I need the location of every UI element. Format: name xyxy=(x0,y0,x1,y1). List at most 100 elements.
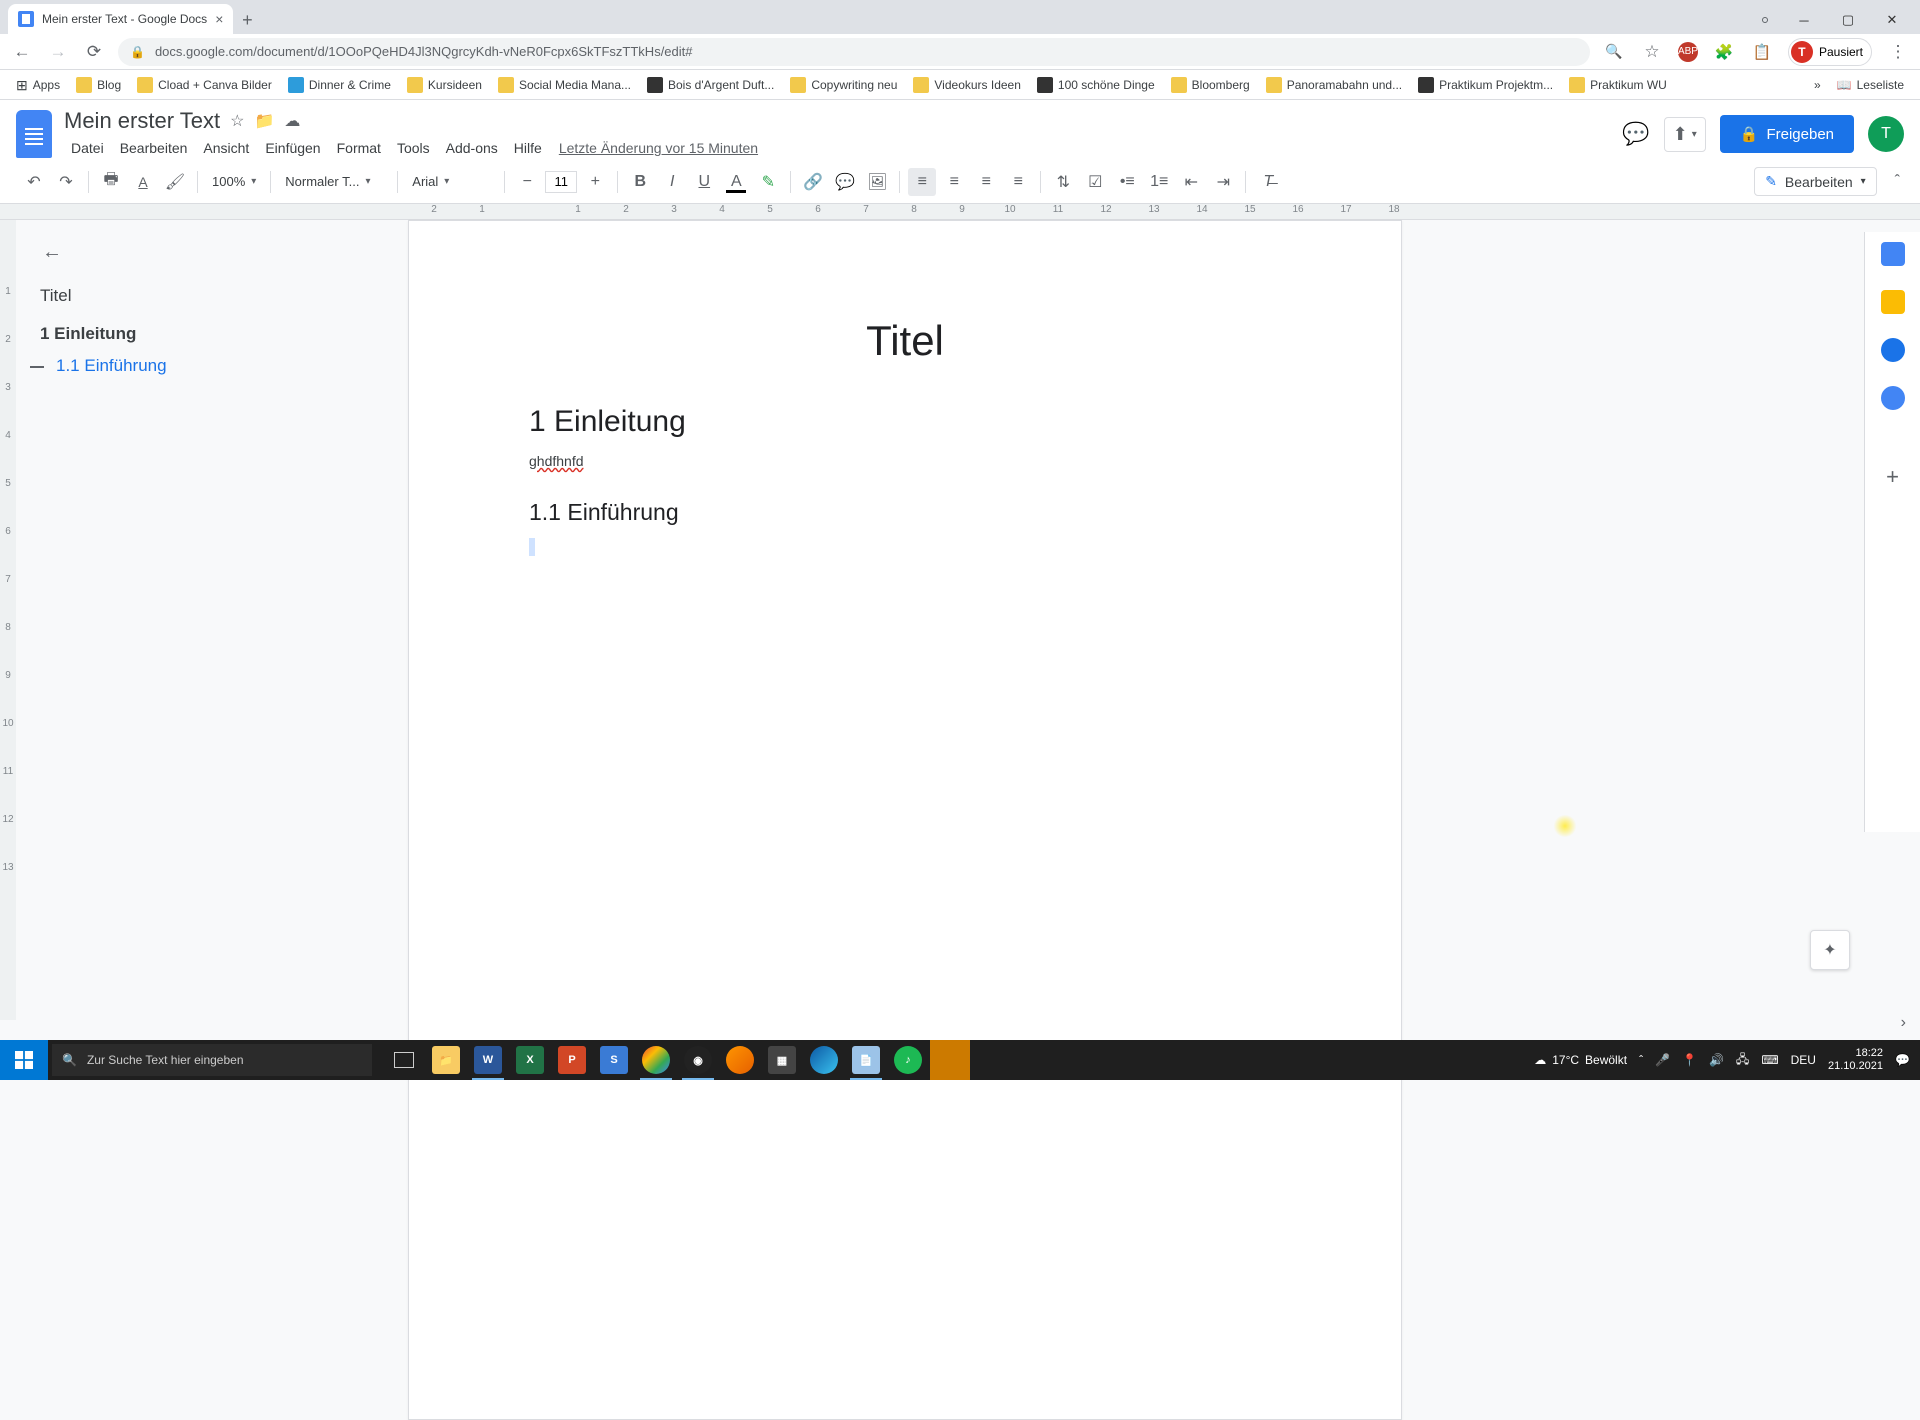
app-icon-1[interactable]: ▦ xyxy=(762,1040,802,1080)
link-button[interactable]: 🔗 xyxy=(799,168,827,196)
decrease-indent-button[interactable]: ⇤ xyxy=(1177,168,1205,196)
bullet-list-button[interactable]: •≡ xyxy=(1113,168,1141,196)
mic-icon[interactable]: 🎤 xyxy=(1655,1053,1670,1067)
increase-font-button[interactable]: + xyxy=(581,168,609,196)
zoom-icon[interactable]: 🔍 xyxy=(1602,43,1626,60)
powerpoint-icon[interactable]: P xyxy=(552,1040,592,1080)
clear-formatting-button[interactable]: T̶ xyxy=(1254,168,1282,196)
vertical-ruler[interactable]: 12345678910111213 xyxy=(0,220,16,1020)
document-title[interactable]: Mein erster Text xyxy=(64,108,220,134)
star-icon[interactable]: ☆ xyxy=(230,111,244,131)
task-view-icon[interactable] xyxy=(384,1040,424,1080)
keep-icon[interactable] xyxy=(1881,290,1905,314)
close-tab-icon[interactable]: × xyxy=(215,11,223,27)
reload-button[interactable]: ⟳ xyxy=(82,42,106,62)
image-button[interactable]: 🖼 xyxy=(863,168,891,196)
doc-content-h1[interactable]: 1 Einleitung xyxy=(529,405,1281,439)
zoom-select[interactable]: 100%▾ xyxy=(206,168,262,196)
font-size-input[interactable]: 11 xyxy=(545,171,577,193)
reading-list-icon[interactable]: 📋 xyxy=(1750,43,1774,61)
italic-button[interactable]: I xyxy=(658,168,686,196)
spotify-icon[interactable]: ♪ xyxy=(888,1040,928,1080)
clock[interactable]: 18:22 21.10.2021 xyxy=(1828,1047,1883,1073)
url-field[interactable]: 🔒 docs.google.com/document/d/1OOoPQeHD4J… xyxy=(118,38,1590,66)
text-color-button[interactable]: A xyxy=(722,168,750,196)
paint-format-button[interactable]: 🖌 xyxy=(161,168,189,196)
numbered-list-button[interactable]: 1≡ xyxy=(1145,168,1173,196)
present-button[interactable]: ⬆ ▾ xyxy=(1664,117,1706,152)
chrome-menu-icon[interactable]: ⋮ xyxy=(1886,42,1910,62)
font-select[interactable]: Arial▾ xyxy=(406,168,496,196)
side-panel-collapse-icon[interactable]: › xyxy=(1901,1014,1906,1032)
bookmark-item[interactable]: Blog xyxy=(70,74,127,96)
increase-indent-button[interactable]: ⇥ xyxy=(1209,168,1237,196)
excel-icon[interactable]: X xyxy=(510,1040,550,1080)
outline-back-button[interactable]: ← xyxy=(36,236,68,268)
doc-content-body[interactable]: ghdfhnfd xyxy=(529,453,584,469)
print-button[interactable]: 🖶 xyxy=(97,168,125,196)
start-button[interactable] xyxy=(0,1040,48,1080)
weather-widget[interactable]: ☁ 17°C Bewölkt xyxy=(1534,1053,1627,1067)
new-tab-button[interactable]: + xyxy=(233,6,261,34)
undo-button[interactable]: ↶ xyxy=(20,168,48,196)
bookmark-item[interactable]: Bloomberg xyxy=(1165,74,1256,96)
outline-title[interactable]: Titel xyxy=(36,280,374,312)
doc-content-h2[interactable]: 1.1 Einführung xyxy=(529,499,1281,526)
doc-content-title[interactable]: Titel xyxy=(529,317,1281,365)
reading-list-button[interactable]: 📖Leseliste xyxy=(1831,75,1910,95)
decrease-font-button[interactable]: − xyxy=(513,168,541,196)
bookmark-item[interactable]: Bois d'Argent Duft... xyxy=(641,74,780,96)
menu-datei[interactable]: Datei xyxy=(64,136,111,160)
language-indicator[interactable]: DEU xyxy=(1791,1053,1816,1067)
app-icon-2[interactable] xyxy=(930,1040,970,1080)
snagit-icon[interactable]: S xyxy=(594,1040,634,1080)
share-button[interactable]: 🔒 Freigeben xyxy=(1720,115,1854,153)
menu-format[interactable]: Format xyxy=(330,136,388,160)
style-select[interactable]: Normaler T...▾ xyxy=(279,168,389,196)
bookmark-item[interactable]: Kursideen xyxy=(401,74,488,96)
docs-logo-icon[interactable] xyxy=(16,110,52,158)
tray-chevron-icon[interactable]: ˆ xyxy=(1639,1053,1643,1067)
document-page[interactable]: Titel 1 Einleitung ghdfhnfd 1.1 Einführu… xyxy=(408,220,1402,1420)
word-icon[interactable]: W xyxy=(468,1040,508,1080)
profile-button[interactable]: T Pausiert xyxy=(1788,38,1872,66)
keyboard-icon[interactable]: ⌨ xyxy=(1761,1053,1778,1067)
bookmark-item[interactable]: Social Media Mana... xyxy=(492,74,637,96)
outline-heading-1[interactable]: 1 Einleitung xyxy=(36,318,374,350)
back-button[interactable]: ← xyxy=(10,42,34,62)
account-avatar[interactable]: T xyxy=(1868,116,1904,152)
underline-button[interactable]: U xyxy=(690,168,718,196)
menu-add-ons[interactable]: Add-ons xyxy=(439,136,505,160)
bookmark-item[interactable]: Dinner & Crime xyxy=(282,74,397,96)
bookmark-item[interactable]: Videokurs Ideen xyxy=(907,74,1027,96)
edit-mode-select[interactable]: ✎ Bearbeiten ▾ xyxy=(1754,167,1876,196)
last-edit-link[interactable]: Letzte Änderung vor 15 Minuten xyxy=(559,140,758,156)
browser-tab[interactable]: Mein erster Text - Google Docs × xyxy=(8,4,233,34)
bookmark-item[interactable]: Panoramabahn und... xyxy=(1260,74,1408,96)
checklist-button[interactable]: ☑ xyxy=(1081,168,1109,196)
bookmark-item[interactable]: Cload + Canva Bilder xyxy=(131,74,278,96)
taskbar-search[interactable]: 🔍 Zur Suche Text hier eingeben xyxy=(52,1044,372,1076)
minimize-button[interactable]: ─ xyxy=(1784,6,1824,34)
menu-einfügen[interactable]: Einfügen xyxy=(258,136,327,160)
menu-tools[interactable]: Tools xyxy=(390,136,437,160)
collapse-toolbar-button[interactable]: ˆ xyxy=(1895,173,1900,191)
obs-icon[interactable]: ◉ xyxy=(678,1040,718,1080)
bold-button[interactable]: B xyxy=(626,168,654,196)
explore-button[interactable]: ✦ xyxy=(1810,930,1850,970)
volume-icon[interactable]: 🔊 xyxy=(1709,1053,1724,1067)
bookmark-item[interactable]: 100 schöne Dinge xyxy=(1031,74,1161,96)
align-left-button[interactable]: ≡ xyxy=(908,168,936,196)
bookmark-item[interactable]: Praktikum Projektm... xyxy=(1412,74,1559,96)
notifications-icon[interactable]: 💬 xyxy=(1895,1053,1910,1067)
spellcheck-button[interactable]: A xyxy=(129,168,157,196)
outline-heading-2[interactable]: 1.1 Einführung xyxy=(36,350,374,382)
extension-abp-icon[interactable]: ABP xyxy=(1678,42,1698,62)
bookmark-item[interactable]: ⊞Apps xyxy=(10,74,66,96)
tasks-icon[interactable] xyxy=(1881,338,1905,362)
bookmarks-overflow[interactable]: » xyxy=(1808,75,1827,95)
network-icon[interactable]: 🖧 xyxy=(1736,1050,1749,1071)
redo-button[interactable]: ↷ xyxy=(52,168,80,196)
line-spacing-button[interactable]: ⇅ xyxy=(1049,168,1077,196)
align-right-button[interactable]: ≡ xyxy=(972,168,1000,196)
